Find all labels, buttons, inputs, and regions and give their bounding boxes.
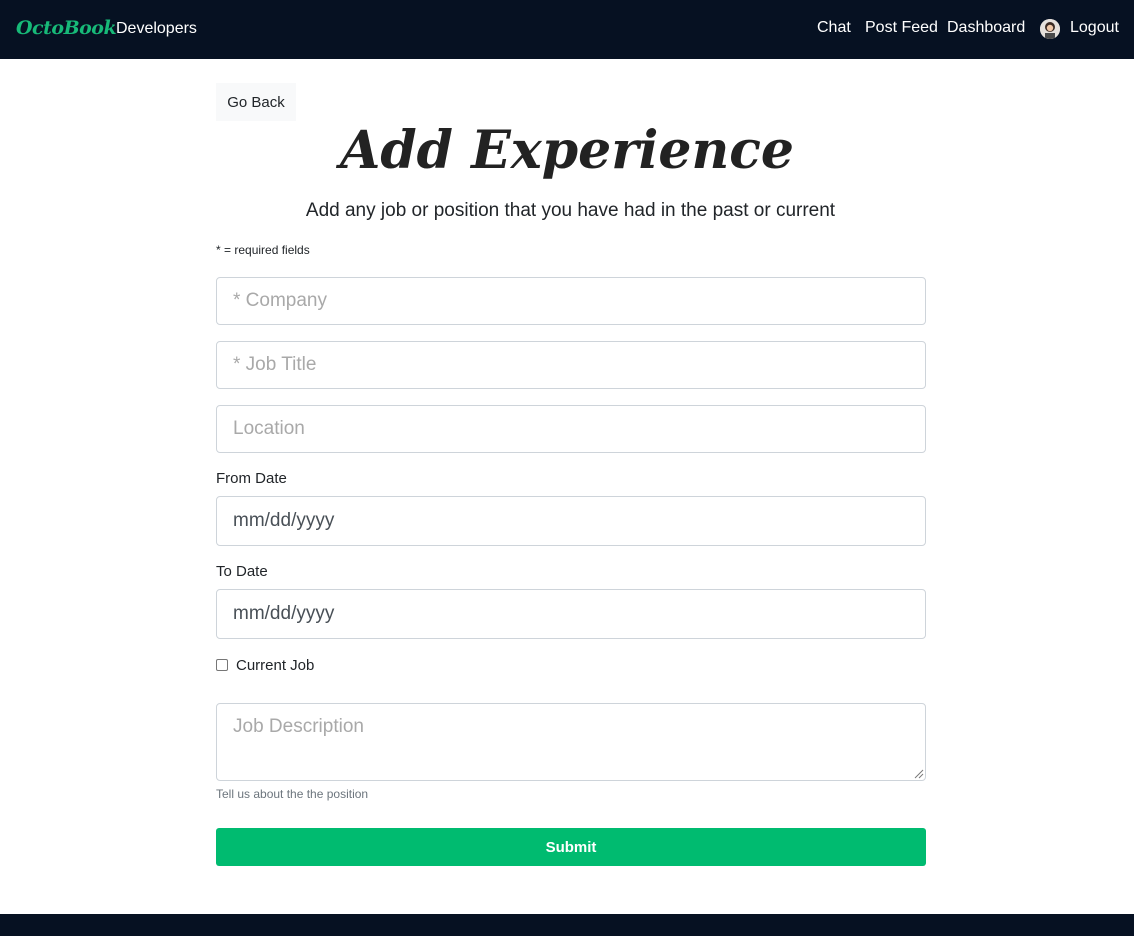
from-date-value: mm/dd/yyyy <box>233 510 335 531</box>
current-job-checkbox[interactable] <box>216 659 228 671</box>
page-lead: Add any job or position that you have ha… <box>305 200 836 221</box>
current-job-label[interactable]: Current Job <box>236 657 314 674</box>
submit-button[interactable]: Submit <box>216 828 926 866</box>
to-date-value: mm/dd/yyyy <box>233 603 335 624</box>
resize-grip-icon[interactable] <box>912 767 924 779</box>
avatar <box>1040 19 1060 39</box>
go-back-button[interactable]: Go Back <box>216 83 296 121</box>
page-title: Add Experience <box>339 120 795 181</box>
nav-chat[interactable]: Chat <box>817 19 851 37</box>
nav-developers[interactable]: Developers <box>116 20 197 38</box>
to-date-input[interactable]: mm/dd/yyyy <box>216 589 926 639</box>
required-note: * = required fields <box>216 243 310 257</box>
job-description-textarea[interactable] <box>216 703 926 781</box>
company-input[interactable] <box>216 277 926 325</box>
nav-post-feed[interactable]: Post Feed <box>865 19 938 37</box>
brand-logo[interactable]: OctoBook <box>16 17 117 39</box>
from-date-input[interactable]: mm/dd/yyyy <box>216 496 926 546</box>
from-date-label: From Date <box>216 470 287 487</box>
job-title-input[interactable] <box>216 341 926 389</box>
to-date-label: To Date <box>216 563 268 580</box>
description-help: Tell us about the the position <box>216 787 369 801</box>
nav-dashboard[interactable]: Dashboard <box>947 19 1025 37</box>
location-input[interactable] <box>216 405 926 453</box>
navbar: OctoBook Developers Chat Post Feed Dashb… <box>0 0 1134 59</box>
nav-logout[interactable]: Logout <box>1070 19 1119 37</box>
footer <box>0 914 1134 936</box>
